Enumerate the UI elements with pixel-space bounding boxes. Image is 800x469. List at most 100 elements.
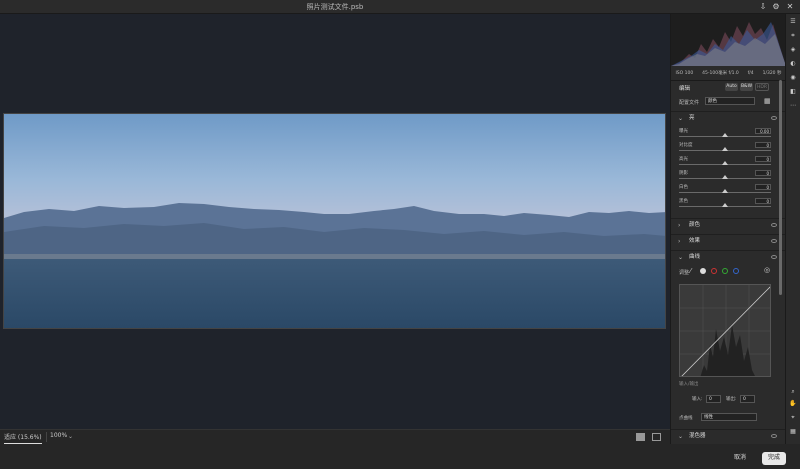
target-adjust-icon[interactable]: ◎: [764, 266, 770, 274]
point-curve-label: 点曲线: [679, 416, 693, 421]
mask-icon[interactable]: ◐: [789, 60, 797, 67]
curve-rgb-channel[interactable]: [700, 268, 706, 274]
curve-red-channel[interactable]: [711, 268, 717, 274]
footer: 取消 完成: [0, 444, 800, 469]
fit-zoom-button[interactable]: 适应 (15.6%): [4, 432, 42, 444]
edit-header: 编辑: [679, 86, 691, 92]
meta-iso: ISO 100: [675, 70, 694, 76]
section-mixer-label: 混色器: [689, 433, 706, 439]
slider-exposure[interactable]: 曝光 0.00: [671, 128, 785, 140]
cancel-button[interactable]: 取消: [726, 452, 754, 465]
slider-value[interactable]: 0: [755, 156, 771, 162]
bottom-bar: 适应 (15.6%) 100% ⌄: [0, 429, 670, 444]
tone-curve-graph[interactable]: [679, 284, 771, 377]
eye-icon[interactable]: [771, 434, 777, 438]
edit-panel: ISO 100 45-100毫米 f/1.0 f/4 1/320 秒 编辑 Au…: [670, 14, 785, 444]
gear-icon[interactable]: ⚙: [771, 2, 781, 12]
input-label: 输入:: [692, 397, 703, 402]
auto-button[interactable]: Auto: [725, 83, 738, 91]
chevron-down-icon: ⌄: [678, 254, 684, 261]
view-single-icon[interactable]: [636, 433, 645, 441]
slider-thumb[interactable]: [722, 161, 728, 165]
chevron-down-icon: ⌄: [678, 115, 684, 122]
input-field[interactable]: 0: [706, 395, 721, 403]
chevron-down-icon: ⌄: [678, 433, 684, 440]
camera-metadata: ISO 100 45-100毫米 f/1.0 f/4 1/320 秒: [671, 68, 785, 78]
hand-icon[interactable]: ✋: [789, 400, 797, 407]
slider-value[interactable]: 0: [755, 198, 771, 204]
landscape-image: [4, 114, 665, 328]
more-icon[interactable]: ⋯: [789, 102, 797, 109]
slider-thumb[interactable]: [722, 133, 728, 137]
slider-contrast[interactable]: 对比度 0: [671, 142, 785, 154]
panel-scrollbar[interactable]: [779, 80, 782, 295]
section-color[interactable]: › 颜色: [671, 218, 785, 231]
save-icon[interactable]: ⇩: [758, 2, 768, 12]
chevron-right-icon: ›: [678, 238, 681, 245]
grid-toggle-icon[interactable]: ▦: [789, 428, 797, 435]
slider-shadows[interactable]: 阴影 0: [671, 170, 785, 182]
slider-blacks[interactable]: 黑色 0: [671, 198, 785, 210]
close-icon[interactable]: ✕: [785, 2, 795, 12]
eye-icon[interactable]: [771, 116, 777, 120]
eye-icon[interactable]: [771, 239, 777, 243]
histogram: [671, 14, 785, 66]
crop-icon[interactable]: ⌗: [789, 32, 797, 39]
section-mixer[interactable]: ⌄ 混色器: [671, 429, 785, 442]
slider-value[interactable]: 0.00: [755, 128, 771, 134]
slider-thumb[interactable]: [722, 175, 728, 179]
zoom-icon[interactable]: ⌕: [789, 388, 797, 395]
section-curves[interactable]: ⌄ 曲线: [671, 250, 785, 263]
hdr-button[interactable]: HDR: [755, 83, 769, 91]
meta-shutter: 1/320 秒: [762, 71, 782, 76]
edit-icon[interactable]: ☰: [789, 18, 797, 25]
section-effects-label: 效果: [689, 238, 701, 244]
slider-highlights[interactable]: 高光 0: [671, 156, 785, 168]
eye-icon[interactable]: [771, 223, 777, 227]
redeye-icon[interactable]: ◉: [789, 74, 797, 81]
slider-label: 阴影: [679, 171, 688, 176]
photo-preview[interactable]: [3, 113, 666, 329]
pen-icon[interactable]: ⁄: [690, 267, 691, 275]
eye-icon[interactable]: [771, 255, 777, 259]
title-bar: 照片测试文件.psb ⇩ ⚙ ✕: [0, 0, 800, 14]
curve-mode-label: 调整: [679, 270, 690, 276]
output-field[interactable]: 0: [740, 395, 755, 403]
heal-icon[interactable]: ◈: [789, 46, 797, 53]
point-curve-select[interactable]: 线性: [701, 413, 757, 421]
meta-lens: 45-100毫米 f/1.0: [702, 71, 739, 76]
slider-thumb[interactable]: [722, 203, 728, 207]
slider-value[interactable]: 0: [755, 142, 771, 148]
slider-whites[interactable]: 白色 0: [671, 184, 785, 196]
slider-value[interactable]: 0: [755, 184, 771, 190]
tool-rail: ☰ ⌗ ◈ ◐ ◉ ◧ ⋯ ⌕ ✋ ⌖ ▦: [785, 14, 800, 444]
section-effects[interactable]: › 效果: [671, 234, 785, 247]
slider-thumb[interactable]: [722, 189, 728, 193]
chevron-down-icon[interactable]: ⌄: [68, 433, 73, 440]
slider-value[interactable]: 0: [755, 170, 771, 176]
meta-aperture: f/4: [747, 70, 754, 76]
bw-button[interactable]: B&W: [740, 83, 753, 91]
sampler-icon[interactable]: ⌖: [789, 414, 797, 421]
section-curves-label: 曲线: [689, 254, 701, 260]
curve-readout: 输入/输出: [679, 382, 699, 387]
done-button[interactable]: 完成: [762, 452, 786, 465]
section-light[interactable]: ⌄ 亮: [671, 111, 785, 124]
slider-label: 曝光: [679, 129, 688, 134]
profile-select[interactable]: 颜色: [705, 97, 755, 105]
curve-blue-channel[interactable]: [733, 268, 739, 274]
window-title: 照片测试文件.psb: [306, 3, 364, 11]
chevron-right-icon: ›: [678, 222, 681, 229]
section-light-label: 亮: [689, 115, 695, 121]
grid-icon[interactable]: ▦: [764, 97, 771, 105]
view-compare-icon[interactable]: [652, 433, 661, 441]
output-label: 输出:: [726, 397, 737, 402]
slider-label: 对比度: [679, 143, 693, 148]
profile-label: 配置文件: [679, 100, 700, 106]
curve-green-channel[interactable]: [722, 268, 728, 274]
slider-label: 黑色: [679, 199, 688, 204]
slider-label: 高光: [679, 157, 688, 162]
section-color-label: 颜色: [689, 222, 701, 228]
slider-thumb[interactable]: [722, 147, 728, 151]
presets-icon[interactable]: ◧: [789, 88, 797, 95]
